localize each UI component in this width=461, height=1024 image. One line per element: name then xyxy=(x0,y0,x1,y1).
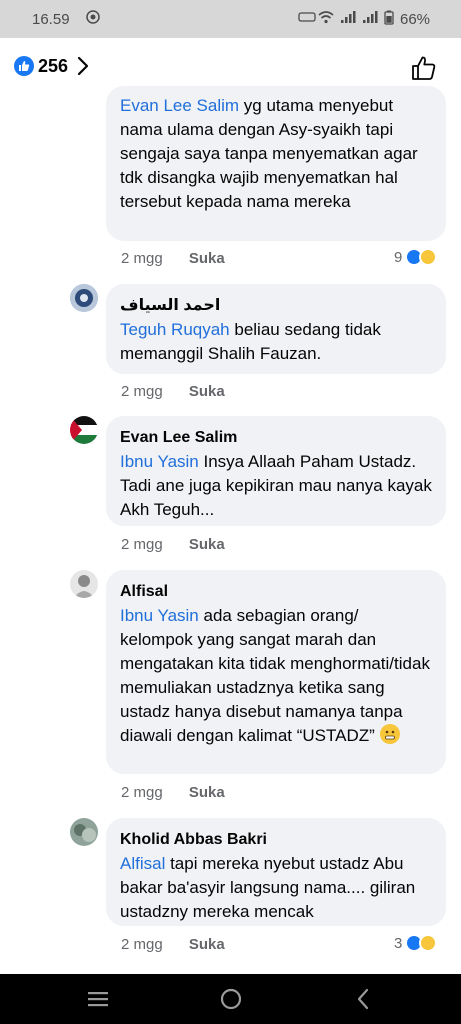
grimace-emoji-icon xyxy=(379,724,400,744)
comment-author[interactable]: احمد السياف xyxy=(120,294,432,318)
comment-bubble[interactable]: Kholid Abbas Bakri Alfisal tapi mereka n… xyxy=(106,818,446,926)
comment-text: Evan Lee Salim yg utama menyebut nama ul… xyxy=(120,94,432,214)
mention-link[interactable]: Alfisal xyxy=(120,854,165,873)
app-notification-icon xyxy=(86,10,100,27)
comment-reactions[interactable]: 3 xyxy=(394,934,438,952)
reaction-count: 3 xyxy=(394,934,403,952)
volte-icon xyxy=(298,10,316,27)
comment-time: 2 mgg xyxy=(121,936,163,953)
avatar[interactable] xyxy=(70,570,98,598)
like-button[interactable]: Suka xyxy=(189,383,225,400)
home-circle-icon[interactable] xyxy=(219,987,243,1016)
comment-bubble[interactable]: Evan Lee Salim yg utama menyebut nama ul… xyxy=(106,86,446,241)
avatar[interactable] xyxy=(70,416,98,444)
like-button[interactable]: Suka xyxy=(189,784,225,801)
system-navigation-bar xyxy=(0,974,461,1024)
comment-body: tapi mereka nyebut ustadz Abu bakar ba'a… xyxy=(120,854,416,921)
like-button[interactable]: Suka xyxy=(189,536,225,553)
mention-link[interactable]: Ibnu Yasin xyxy=(120,606,199,625)
comment-time: 2 mgg xyxy=(121,250,163,267)
back-icon[interactable] xyxy=(352,987,376,1016)
mention-link[interactable]: Teguh Ruqyah xyxy=(120,320,230,339)
signal-icon xyxy=(362,10,378,27)
avatar[interactable] xyxy=(70,818,98,846)
chevron-right-icon[interactable] xyxy=(76,55,90,82)
signal-icon xyxy=(340,10,356,27)
comment-meta: 2 mgg Suka xyxy=(121,383,225,400)
comment-time: 2 mgg xyxy=(121,383,163,400)
menu-icon[interactable] xyxy=(86,987,110,1016)
haha-reaction-icon xyxy=(419,248,438,266)
like-button[interactable]: Suka xyxy=(189,936,225,953)
mention-link[interactable]: Evan Lee Salim xyxy=(120,96,239,115)
comment-author[interactable]: Kholid Abbas Bakri xyxy=(120,828,432,852)
status-bar: 16.59 66% xyxy=(0,0,461,38)
comment-author[interactable]: Evan Lee Salim xyxy=(120,426,432,450)
reaction-count: 9 xyxy=(394,248,403,266)
comment-time: 2 mgg xyxy=(121,536,163,553)
wifi-icon xyxy=(318,10,334,27)
status-time: 16.59 xyxy=(32,11,70,28)
comment-time: 2 mgg xyxy=(121,784,163,801)
comment-meta: 2 mgg Suka xyxy=(121,784,225,801)
comment-meta: 2 mgg Suka xyxy=(121,536,225,553)
comment-text: Ibnu Yasin ada sebagian orang/ kelompok … xyxy=(120,604,432,748)
comment-reactions[interactable]: 9 xyxy=(394,248,438,266)
comment-meta: 2 mgg Suka xyxy=(121,250,225,267)
comment-text: Alfisal tapi mereka nyebut ustadz Abu ba… xyxy=(120,852,432,924)
comment-bubble[interactable]: Alfisal Ibnu Yasin ada sebagian orang/ k… xyxy=(106,570,446,774)
like-button[interactable]: Suka xyxy=(189,250,225,267)
comment-text: Teguh Ruqyah beliau sedang tidak memangg… xyxy=(120,318,432,366)
avatar[interactable] xyxy=(70,284,98,312)
comment-author[interactable]: Alfisal xyxy=(120,580,432,604)
thumbs-up-icon[interactable] xyxy=(410,54,438,87)
comment-bubble[interactable]: احمد السياف Teguh Ruqyah beliau sedang t… xyxy=(106,284,446,374)
comment-text: Ibnu Yasin Insya Allaah Paham Ustadz. Ta… xyxy=(120,450,432,522)
battery-icon xyxy=(384,10,394,28)
comment-bubble[interactable]: Evan Lee Salim Ibnu Yasin Insya Allaah P… xyxy=(106,416,446,526)
comment-meta: 2 mgg Suka xyxy=(121,936,225,953)
mention-link[interactable]: Ibnu Yasin xyxy=(120,452,199,471)
reaction-count[interactable]: 256 xyxy=(38,56,68,77)
haha-reaction-icon xyxy=(419,934,438,952)
battery-percent: 66% xyxy=(400,11,431,28)
like-reaction-icon xyxy=(14,56,34,76)
